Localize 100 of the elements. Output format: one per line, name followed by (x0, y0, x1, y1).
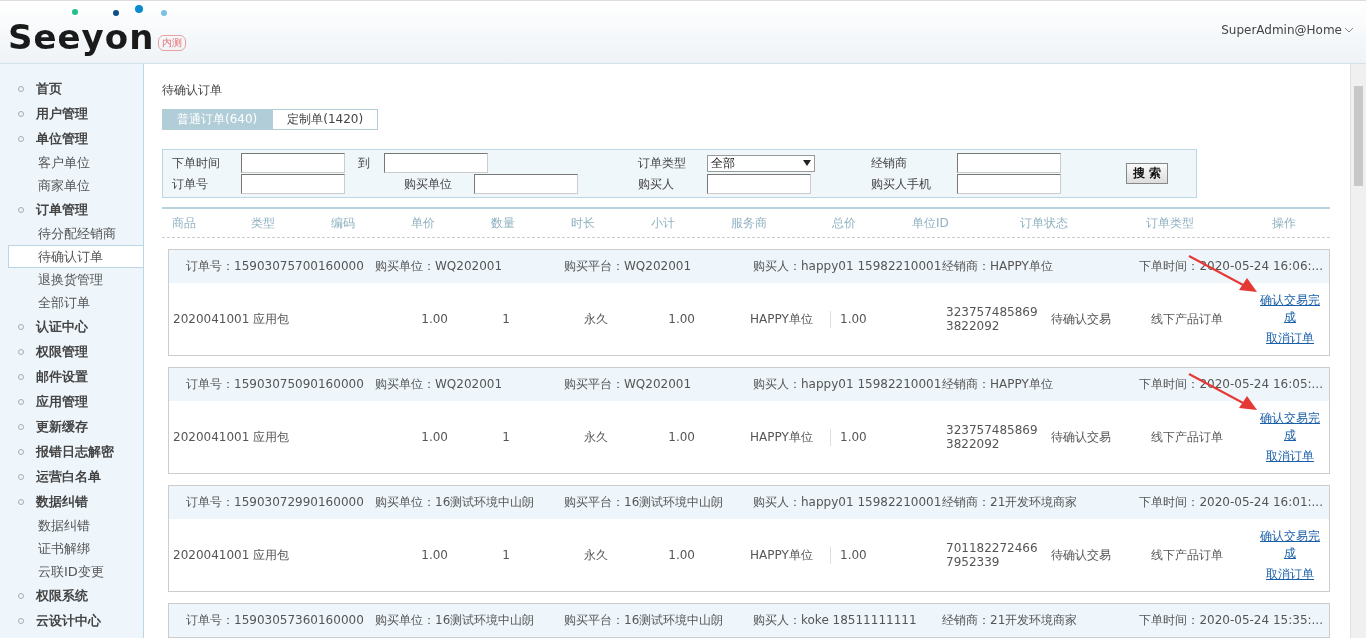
bullet-icon (18, 473, 24, 480)
nav-item[interactable]: 单位管理 (0, 126, 143, 151)
nav-item[interactable]: 更新缓存 (0, 414, 143, 439)
nav-item[interactable]: 用户管理 (0, 101, 143, 126)
dropdown-arrow-icon[interactable] (803, 160, 811, 166)
nav-label: 权限系统 (36, 586, 88, 605)
bullet-icon (18, 135, 24, 142)
cancel-link[interactable]: 取消订单 (1258, 565, 1322, 583)
caret-icon[interactable] (1344, 27, 1354, 33)
confirm-link[interactable]: 确认交易完成 (1258, 409, 1322, 444)
column-header: 数量 (491, 214, 516, 232)
page-title: 待确认订单 (162, 82, 223, 99)
field-label: 订单号 (172, 175, 209, 193)
nav-label: 应用管理 (36, 392, 88, 411)
buyer: 购买人：happy01 15982210001 (753, 494, 942, 511)
order-number: 订单号：15903072990160000 (186, 494, 365, 511)
field-label: 购买人 (638, 175, 675, 193)
input-field[interactable] (957, 153, 1061, 173)
input-field[interactable] (384, 153, 488, 173)
provider-cell: HAPPY单位 (695, 546, 831, 564)
search-button[interactable]: 搜 索 (1126, 163, 1169, 184)
nav-item[interactable]: 首页 (0, 76, 143, 101)
nav-item[interactable]: 运营白名单 (0, 464, 143, 489)
input-field[interactable] (241, 153, 345, 173)
dealer: 经销商：21开发环境商家 (942, 494, 1078, 511)
nav-label: 订单管理 (36, 200, 88, 219)
select-field[interactable]: 全部 (707, 154, 815, 172)
provider-cell: HAPPY单位 (695, 310, 831, 328)
column-header: 订单类型 (1146, 214, 1195, 232)
bullet-icon (18, 110, 24, 117)
subnav-item[interactable]: 退换货管理 (0, 268, 143, 291)
unit-id-cell-text: 7011822724667952339 (946, 541, 1039, 569)
subtotal-cell-text: 1.00 (667, 312, 695, 326)
subnav-item[interactable]: 待确认订单 (8, 245, 143, 268)
bullet-icon (18, 206, 24, 213)
quantity-cell-text: 1 (501, 548, 511, 562)
buyer-unit: 购买单位：16测试环境中山朗 (375, 494, 536, 511)
duration-cell-text: 永久 (583, 546, 609, 564)
buyer: 购买人：happy01 15982210001 (753, 376, 942, 393)
cancel-link[interactable]: 取消订单 (1258, 329, 1322, 347)
field-label: 经销商 (871, 154, 908, 172)
bullet-icon (18, 323, 24, 330)
field-label: 下单时间 (172, 154, 221, 172)
column-header: 服务商 (731, 214, 768, 232)
order-number: 订单号：15903075090160000 (186, 376, 365, 393)
user-name[interactable]: SuperAdmin@Home (1221, 23, 1342, 37)
subnav-item[interactable]: 数据纠错 (0, 514, 143, 537)
input-field[interactable] (707, 174, 811, 194)
input-field[interactable] (957, 174, 1061, 194)
tab[interactable]: 定制单(1420) (272, 109, 379, 130)
nav-item[interactable]: 权限管理 (0, 339, 143, 364)
nav-label: 更新缓存 (36, 417, 88, 436)
column-header: 单位ID (912, 214, 950, 232)
subtotal-cell-text: 1.00 (667, 430, 695, 444)
cancel-link[interactable]: 取消订单 (1258, 447, 1322, 465)
bullet-icon (18, 398, 24, 405)
subnav-item[interactable]: 商家单位 (0, 174, 143, 197)
total-cell-text: 1.00 (839, 548, 868, 562)
field-label: 到 (358, 154, 371, 172)
column-header: 小计 (651, 214, 676, 232)
input-field[interactable] (474, 174, 578, 194)
column-header: 商品 (172, 214, 197, 232)
buyer-platform: 购买平台：WQ202001 (564, 258, 693, 275)
scrollbar[interactable] (1350, 64, 1366, 638)
buyer-unit: 购买单位：16测试环境中山朗 (375, 612, 536, 629)
nav-item[interactable]: 邮件设置 (0, 364, 143, 389)
dealer: 经销商：21开发环境商家 (942, 612, 1078, 629)
order-time: 下单时间：2020-05-24 15:35:... (1139, 612, 1323, 629)
dealer: 经销商：HAPPY单位 (942, 258, 1053, 275)
nav-item[interactable]: 权限系统 (0, 583, 143, 608)
price-cell-text: 1.00 (420, 430, 448, 444)
column-header: 总价 (832, 214, 857, 232)
order-type-cell-text: 线下产品订单 (1150, 428, 1224, 446)
subnav-item[interactable]: 待分配经销商 (0, 222, 143, 245)
nav-item[interactable]: 订单管理 (0, 197, 143, 222)
subnav-item[interactable]: 客户单位 (0, 151, 143, 174)
unit-id-cell-text: 3237574858693822092 (946, 423, 1039, 451)
column-header: 订单状态 (1020, 214, 1069, 232)
bullet-icon (18, 448, 24, 455)
nav-item[interactable]: 报错日志解密 (0, 439, 143, 464)
column-header: 时长 (571, 214, 596, 232)
confirm-link[interactable]: 确认交易完成 (1258, 527, 1322, 562)
product-cell-text: 2020041001 应用包 (173, 428, 291, 446)
subnav-item[interactable]: 全部订单 (0, 291, 143, 314)
nav-item[interactable]: 数据纠错 (0, 489, 143, 514)
provider-cell: HAPPY单位 (695, 428, 831, 446)
input-field[interactable] (241, 174, 345, 194)
bullet-icon (18, 85, 24, 92)
field-label: 购买单位 (404, 175, 453, 193)
nav-item[interactable]: 云设计中心 (0, 608, 143, 633)
nav-item[interactable]: 应用管理 (0, 389, 143, 414)
subnav-item[interactable]: 云联ID变更 (0, 560, 143, 583)
confirm-link[interactable]: 确认交易完成 (1258, 291, 1322, 326)
nav-label: 邮件设置 (36, 367, 88, 386)
column-header: 操作 (1272, 214, 1297, 232)
subnav-item[interactable]: 证书解绑 (0, 537, 143, 560)
nav-item[interactable]: 认证中心 (0, 314, 143, 339)
column-header: 类型 (251, 214, 276, 232)
quantity-cell-text: 1 (501, 312, 511, 326)
order-time: 下单时间：2020-05-24 16:01:... (1139, 494, 1323, 511)
